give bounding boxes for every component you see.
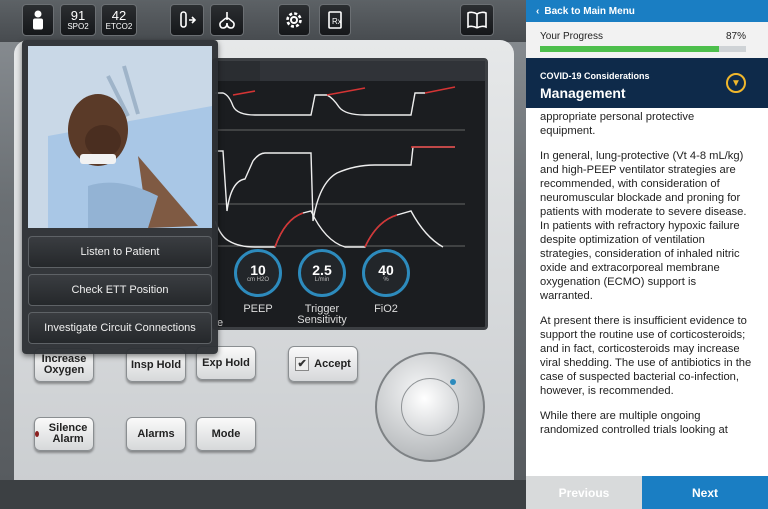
etco2-indicator[interactable]: 42 ETCO2	[101, 4, 137, 36]
accept-button[interactable]: ✔ Accept	[288, 346, 358, 382]
progress-label: Your Progress	[540, 31, 603, 42]
investigate-circuit-button[interactable]: Investigate Circuit Connections	[28, 312, 212, 344]
peep-label: PEEP	[243, 303, 273, 315]
section-subtitle: COVID-19 Considerations	[540, 71, 650, 81]
next-label: Next	[691, 485, 718, 500]
fio2-value: 40	[378, 262, 394, 278]
etco2-label: ETCO2	[105, 22, 133, 31]
patient-image	[28, 46, 212, 228]
mode-button[interactable]: Mode	[196, 417, 256, 451]
patient-icon[interactable]	[22, 4, 54, 36]
navigation-footer: Previous Next	[526, 476, 768, 509]
mode-label: Mode	[211, 427, 241, 440]
knob-indicator-dot	[450, 379, 456, 385]
test-tube-icon[interactable]	[170, 4, 204, 36]
article-text: appropriate personal protective equipmen…	[526, 108, 768, 476]
section-header[interactable]: COVID-19 Considerations Management ▼	[526, 58, 768, 108]
back-label: Back to Main Menu	[544, 5, 635, 17]
fio2-dial[interactable]: 40 %	[362, 249, 410, 297]
peep-value: 10	[250, 262, 266, 278]
lungs-icon[interactable]	[210, 4, 244, 36]
back-to-main-menu-link[interactable]: ‹ Back to Main Menu	[526, 0, 768, 22]
trigger-unit: L/min	[314, 277, 330, 283]
silence-alarm-label: Silence Alarm	[48, 422, 88, 445]
progress-fill	[540, 46, 720, 52]
check-ett-position-button[interactable]: Check ETT Position	[28, 274, 212, 306]
next-button[interactable]: Next	[642, 476, 768, 509]
paragraph: In general, lung-protective (Vt 4-8 mL/k…	[540, 150, 747, 302]
section-title: Management	[540, 85, 626, 101]
fio2-unit: %	[383, 277, 389, 283]
check-icon: ✔	[295, 357, 310, 371]
previous-label: Previous	[558, 485, 610, 500]
trigger-sensitivity-dial[interactable]: 2.5 L/min	[298, 249, 346, 297]
trigger-value: 2.5	[312, 262, 332, 278]
bottom-rail	[0, 480, 526, 509]
silence-alarm-button[interactable]: Silence Alarm	[34, 417, 94, 451]
patient-actions-popup: Listen to Patient Check ETT Position Inv…	[22, 40, 218, 354]
paragraph: While there are multiple ongoing randomi…	[540, 410, 728, 436]
svg-text:Rx: Rx	[332, 17, 342, 26]
peep-dial[interactable]: 10 cm H2O	[234, 249, 282, 297]
peep-unit: cm H2O	[246, 277, 269, 283]
progress-percent: 87%	[725, 31, 746, 42]
control-knob-center	[401, 378, 459, 436]
spo2-indicator[interactable]: 91 SPO2	[60, 4, 96, 36]
accept-label: Accept	[314, 357, 351, 370]
insp-hold-label: Insp Hold	[130, 358, 182, 371]
gear-icon[interactable]	[278, 4, 310, 36]
alarms-label: Alarms	[137, 427, 175, 440]
listen-to-patient-button[interactable]: Listen to Patient	[28, 236, 212, 268]
progress-bar	[540, 46, 746, 52]
exp-hold-label: Exp Hold	[202, 356, 250, 369]
chevron-left-icon: ‹	[536, 5, 540, 17]
book-icon[interactable]	[460, 4, 494, 36]
alarm-led-icon	[35, 431, 40, 437]
control-knob[interactable]	[375, 352, 485, 462]
simulator-area: 91 SPO2 42 ETCO2 Rx e 10 cm H2O PEEP 2.5…	[0, 0, 526, 509]
paragraph: appropriate personal protective equipmen…	[540, 111, 695, 137]
info-panel: ‹ Back to Main Menu Your Progress 87% CO…	[526, 0, 768, 509]
spo2-label: SPO2	[67, 22, 89, 31]
top-toolbar: 91 SPO2 42 ETCO2 Rx	[0, 0, 526, 42]
investigate-label: Investigate Circuit Connections	[44, 322, 196, 334]
increase-oxygen-label: Increase Oxygen	[41, 353, 87, 376]
trigger-label: Trigger Sensitivity	[297, 303, 347, 326]
prescription-icon[interactable]: Rx	[319, 4, 351, 36]
etco2-value: 42	[111, 8, 127, 23]
progress-section: Your Progress 87%	[526, 22, 768, 58]
fio2-label: FiO2	[374, 303, 398, 315]
spo2-value: 91	[70, 8, 86, 23]
previous-button[interactable]: Previous	[526, 476, 642, 509]
listen-label: Listen to Patient	[80, 246, 160, 258]
alarms-button[interactable]: Alarms	[126, 417, 186, 451]
chevron-down-icon[interactable]: ▼	[726, 73, 746, 93]
check-ett-label: Check ETT Position	[71, 284, 169, 296]
paragraph: At present there is insufficient evidenc…	[540, 315, 752, 397]
